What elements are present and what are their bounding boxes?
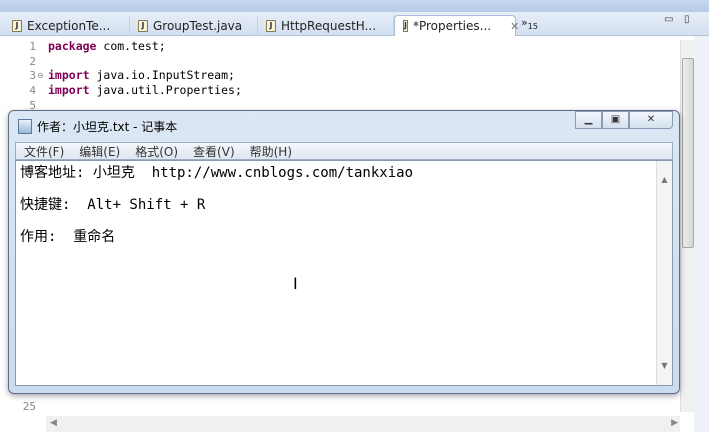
- scroll-up-icon[interactable]: ▲: [657, 164, 672, 197]
- notepad-titlebar: 作者：小坦克.txt - 记事本: [18, 118, 177, 135]
- line-number: 25: [22, 400, 36, 413]
- text-line: 快捷键: Alt+ Shift + R: [20, 197, 206, 213]
- editor-vertical-scrollbar[interactable]: [680, 40, 694, 412]
- window-top-band: [0, 0, 709, 12]
- editor-tab-bar: J ExceptionTe... J GroupTest.java J HttpReq…: [0, 12, 709, 36]
- menu-bar: 文件(F) 编辑(E) 格式(O) 查看(V) 帮助(H): [15, 142, 673, 160]
- code-line: package com.test;: [48, 39, 166, 53]
- tab-label: GroupTest.java: [153, 18, 243, 33]
- scroll-down-icon[interactable]: ▼: [657, 350, 672, 383]
- java-file-icon: J: [138, 19, 148, 32]
- code-text: java.io.InputStream;: [89, 68, 235, 82]
- tab-exception-test[interactable]: J ExceptionTe...: [4, 15, 130, 36]
- menu-format[interactable]: 格式(O): [135, 143, 178, 160]
- close-button[interactable]: ✕: [629, 111, 673, 129]
- tab-http-request[interactable]: J HttpRequestH...: [258, 15, 394, 36]
- keyword: import: [48, 83, 90, 97]
- menu-file[interactable]: 文件(F): [24, 143, 64, 160]
- tab-group-test[interactable]: J GroupTest.java: [130, 15, 258, 36]
- keyword: package: [48, 39, 97, 53]
- line-number: 1: [29, 40, 36, 53]
- tab-label: HttpRequestH...: [281, 18, 377, 33]
- line-number: 4: [29, 84, 36, 97]
- fold-icon[interactable]: ⊖: [37, 71, 44, 80]
- tab-overflow-button[interactable]: »15: [521, 16, 538, 31]
- notepad-vertical-scrollbar[interactable]: ▲ ▼: [656, 161, 672, 385]
- tab-label: ExceptionTe...: [27, 18, 111, 33]
- menu-help[interactable]: 帮助(H): [250, 143, 292, 160]
- text-line: 作用: 重命名: [20, 229, 116, 245]
- maximize-view-button[interactable]: ▯: [684, 14, 690, 25]
- line-number: 2: [29, 55, 36, 68]
- keyword: import: [48, 68, 90, 82]
- code-text: java.util.Properties;: [89, 83, 242, 97]
- editor-horizontal-scrollbar[interactable]: ◀ ▶: [46, 416, 680, 432]
- tab-label: *Properties...: [412, 19, 492, 33]
- notepad-icon: [18, 119, 32, 134]
- minimize-view-button[interactable]: ▭: [664, 14, 673, 25]
- line-number: 3: [29, 69, 36, 82]
- close-tab-icon[interactable]: ✕: [510, 20, 519, 33]
- tab-properties[interactable]: J *Properties... ✕: [394, 15, 519, 36]
- text-cursor-icon: I: [293, 274, 298, 293]
- scroll-left-icon[interactable]: ◀: [50, 418, 57, 428]
- text-line: 博客地址: 小坦克 http://www.cnblogs.com/tankxia…: [20, 165, 414, 181]
- overflow-count: 15: [527, 22, 538, 32]
- notepad-window: 作者：小坦克.txt - 记事本 ▁ ▣ ✕ 文件(F) 编辑(E) 格式(O)…: [8, 110, 680, 394]
- code-text: com.test;: [96, 39, 166, 53]
- java-file-icon: J: [266, 19, 276, 32]
- java-file-icon: J: [403, 20, 408, 32]
- scroll-thumb[interactable]: [682, 58, 694, 248]
- code-line: import java.io.InputStream;: [48, 68, 235, 82]
- menu-edit[interactable]: 编辑(E): [79, 143, 120, 160]
- menu-view[interactable]: 查看(V): [193, 143, 235, 160]
- maximize-button[interactable]: ▣: [602, 111, 629, 129]
- java-file-icon: J: [12, 19, 22, 32]
- code-line: import java.util.Properties;: [48, 83, 242, 97]
- minimize-button[interactable]: ▁: [575, 111, 602, 129]
- side-panel-strip: [694, 36, 709, 432]
- window-title: 作者：小坦克.txt - 记事本: [37, 120, 178, 134]
- notepad-text-area[interactable]: 博客地址: 小坦克 http://www.cnblogs.com/tankxia…: [15, 160, 673, 386]
- scroll-right-icon[interactable]: ▶: [671, 418, 678, 428]
